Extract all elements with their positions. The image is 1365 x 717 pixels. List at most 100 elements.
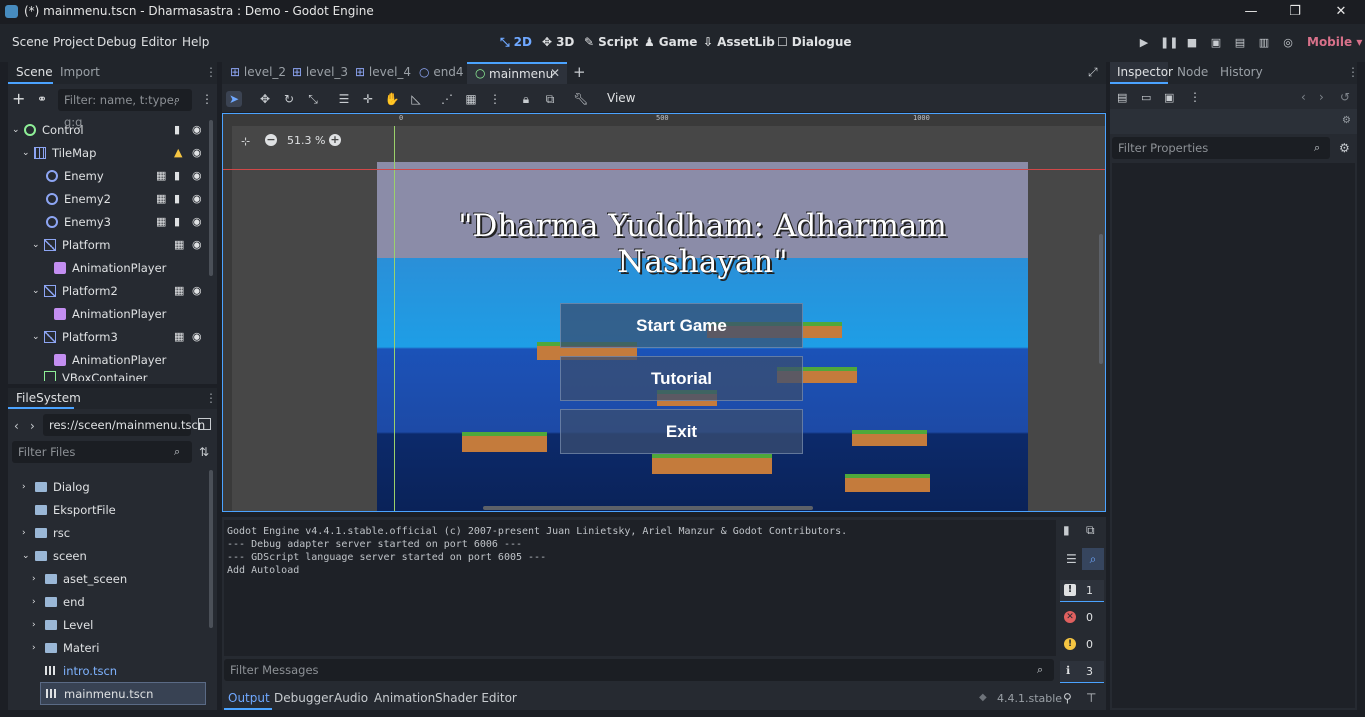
tab-mainmenu[interactable]: ○ mainmenu ✕ [467, 62, 567, 84]
version-label[interactable]: 4.4.1.stable [997, 692, 1062, 705]
bottom-tab-output[interactable]: Output [228, 691, 270, 705]
clear-log-icon[interactable]: ▮ [1063, 523, 1070, 537]
new-resource-icon[interactable]: ▤ [1117, 91, 1127, 104]
tree-node-animationplayer[interactable]: AnimationPlayer [8, 348, 213, 371]
collapse-arrow-icon[interactable]: ⌄ [32, 286, 44, 296]
bottom-tab-audio[interactable]: Audio [334, 691, 368, 705]
close-icon[interactable]: ✕ [1329, 3, 1353, 21]
forward-icon[interactable]: › [30, 419, 35, 433]
pan-tool-icon[interactable]: ✋ [384, 91, 400, 107]
script-attached-icon[interactable]: ▮ [174, 123, 180, 136]
tab-history[interactable]: History [1220, 65, 1263, 79]
tab-node[interactable]: Node [1177, 65, 1208, 79]
collapse-arrow-icon[interactable]: ⌄ [32, 240, 44, 250]
expand-arrow-icon[interactable]: › [32, 574, 45, 584]
workspace-dialogue-button[interactable]: ☐ Dialogue [777, 35, 852, 49]
visibility-eye-icon[interactable]: ◉ [192, 123, 202, 136]
menu-help[interactable]: Help [182, 35, 209, 49]
zoom-in-icon[interactable]: + [329, 134, 341, 146]
tree-node-platform[interactable]: ⌄ Platform ▦ ◉ [8, 233, 213, 256]
play-icon[interactable]: ▶ [1136, 35, 1152, 51]
filter-messages-input[interactable]: Filter Messages [224, 659, 1054, 681]
add-node-icon[interactable]: + [12, 91, 25, 107]
bottom-tab-shader-editor[interactable]: Shader Editor [435, 691, 517, 705]
tutorial-button[interactable]: Tutorial [560, 356, 803, 401]
menu-debug[interactable]: Debug [97, 35, 136, 49]
visibility-eye-icon[interactable]: ◉ [192, 192, 202, 205]
tab-import[interactable]: Import [60, 65, 100, 79]
errors-filter-badge[interactable]: ✕ 0 [1060, 607, 1104, 629]
zoom-level[interactable]: 51.3 % [287, 134, 325, 147]
lock-icon[interactable]: 🔒︎ [518, 91, 534, 107]
expand-arrow-icon[interactable]: › [32, 620, 45, 630]
visibility-eye-icon[interactable]: ◉ [192, 330, 202, 343]
restore-icon[interactable]: ❐ [1283, 3, 1307, 21]
new-tab-icon[interactable]: + [573, 63, 586, 81]
exit-button[interactable]: Exit [560, 409, 803, 454]
workspace-3d-button[interactable]: ✥ 3D [542, 35, 574, 49]
workspace-script-button[interactable]: ✎ Script [584, 35, 638, 49]
pin-icon[interactable]: ⚲ [1063, 691, 1072, 705]
filter-options-icon[interactable]: ⋮ [201, 92, 213, 106]
bottom-tab-debugger[interactable]: Debugger [274, 691, 333, 705]
history-list-icon[interactable]: ↺ [1340, 90, 1350, 104]
ruler-tool-icon[interactable]: ◺ [408, 91, 424, 107]
files-filter-input[interactable]: Filter Files [12, 441, 192, 463]
tab-level-3[interactable]: ⊞ level_3 [292, 65, 348, 79]
instance-scene-icon[interactable]: ▦ [174, 284, 184, 297]
messages-filter-badge[interactable]: ! 1 [1060, 580, 1104, 602]
instance-scene-icon[interactable]: ▦ [174, 330, 184, 343]
save-resource-icon[interactable]: ▣ [1164, 91, 1174, 104]
history-forward-icon[interactable]: › [1319, 90, 1324, 104]
file-tree-scrollbar[interactable] [209, 470, 213, 628]
file-intro-tscn[interactable]: intro.tscn [8, 659, 208, 682]
tab-inspector[interactable]: Inspector [1117, 65, 1173, 79]
object-tools-icon[interactable]: ⚙ [1342, 115, 1351, 126]
menu-editor[interactable]: Editor [141, 35, 177, 49]
workspace-assetlib-button[interactable]: ⇩ AssetLib [703, 35, 775, 49]
renderer-select[interactable]: Mobile ▾ [1307, 35, 1362, 49]
folder-aset-sceen[interactable]: › aset_sceen [8, 567, 208, 590]
tree-node-enemy2[interactable]: Enemy2 ▦ ▮ ◉ [8, 187, 213, 210]
stop-icon[interactable]: ■ [1184, 35, 1200, 51]
folder-end[interactable]: › end [8, 590, 208, 613]
play-custom-scene-icon[interactable]: ▥ [1256, 35, 1272, 51]
scene-filter-input[interactable]: Filter: name, t:type, g:g [58, 89, 192, 129]
tab-filesystem[interactable]: FileSystem [16, 391, 81, 405]
instance-scene-icon[interactable]: ▦ [156, 169, 166, 182]
warnings-filter-badge[interactable]: ! 0 [1060, 634, 1104, 656]
folder-materi[interactable]: › Materi [8, 636, 208, 659]
select-tool-icon[interactable]: ➤ [226, 91, 242, 107]
tab-scene[interactable]: Scene [16, 65, 53, 79]
split-view-icon[interactable] [198, 418, 211, 430]
sort-icon[interactable]: ⇅ [199, 445, 209, 459]
bottom-tab-animation[interactable]: Animation [374, 691, 435, 705]
collapse-arrow-icon[interactable]: ⌄ [22, 551, 35, 561]
center-view-icon[interactable]: ⊹ [241, 135, 250, 148]
load-resource-icon[interactable]: ▭ [1141, 91, 1151, 104]
workspace-game-button[interactable]: ♟ Game [644, 35, 697, 49]
tree-node-animationplayer[interactable]: AnimationPlayer [8, 256, 213, 279]
resource-menu-icon[interactable]: ⋮ [1189, 90, 1201, 104]
expand-arrow-icon[interactable]: › [22, 528, 35, 538]
visibility-eye-icon[interactable]: ◉ [192, 215, 202, 228]
dock-menu-icon[interactable]: ⋮ [205, 65, 217, 79]
visibility-eye-icon[interactable]: ◉ [192, 169, 202, 182]
scale-tool-icon[interactable]: ⤡ [305, 91, 321, 107]
tree-node-platform2[interactable]: ⌄ Platform2 ▦ ◉ [8, 279, 213, 302]
tab-level-4[interactable]: ⊞ level_4 [355, 65, 411, 79]
script-attached-icon[interactable]: ▮ [174, 192, 180, 205]
expand-arrow-icon[interactable]: › [32, 597, 45, 607]
dock-menu-icon[interactable]: ⋮ [1347, 65, 1359, 79]
folder-sceen[interactable]: ⌄ sceen [8, 544, 208, 567]
tab-level-2[interactable]: ⊞ level_2 [230, 65, 286, 79]
move-tool-icon[interactable]: ✥ [257, 91, 273, 107]
expand-arrow-icon[interactable]: › [22, 482, 35, 492]
viewport-h-scrollbar[interactable] [483, 506, 813, 510]
bone-tool-icon[interactable]: 🔧︎ [573, 91, 589, 107]
zoom-out-icon[interactable]: − [265, 134, 277, 146]
smart-snap-icon[interactable]: ⋰ [439, 91, 455, 107]
tree-node-vboxcontainer[interactable]: VBoxContainer [8, 371, 213, 381]
back-icon[interactable]: ‹ [14, 419, 19, 433]
script-attached-icon[interactable]: ▮ [174, 169, 180, 182]
